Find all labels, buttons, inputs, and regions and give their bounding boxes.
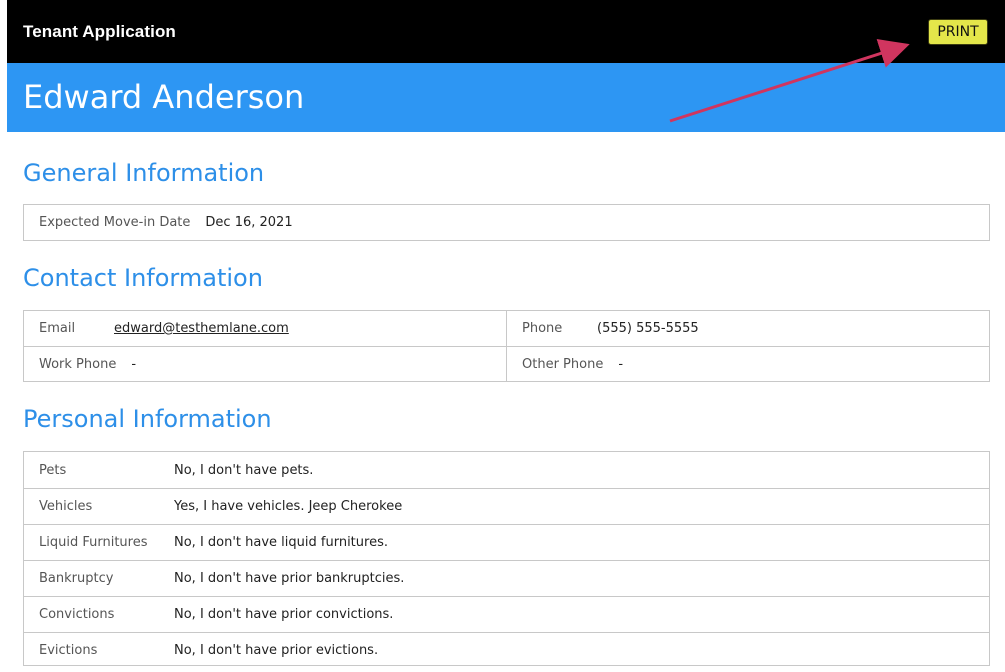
email-label: Email [39,321,76,336]
personal-row-bankruptcy: Bankruptcy No, I don't have prior bankru… [24,560,989,596]
personal-information-heading: Personal Information [23,405,272,433]
applicant-banner: Edward Anderson [7,63,1005,132]
applicant-name: Edward Anderson [23,78,305,116]
email-cell: Email edward@testhemlane.com [24,311,507,346]
bankruptcy-label: Bankruptcy [39,571,114,586]
liquid-furnitures-value: No, I don't have liquid furnitures. [174,535,388,550]
convictions-value: No, I don't have prior convictions. [174,607,394,622]
phone-cell: Phone (555) 555-5555 [507,311,989,346]
personal-row-vehicles: Vehicles Yes, I have vehicles. Jeep Cher… [24,488,989,524]
move-in-value: Dec 16, 2021 [205,215,293,230]
move-in-label: Expected Move-in Date [39,215,191,230]
move-in-row: Expected Move-in Date Dec 16, 2021 [24,205,989,240]
evictions-label: Evictions [39,642,98,658]
convictions-label: Convictions [39,607,115,622]
contact-row-2: Work Phone - Other Phone - [24,346,989,381]
general-information-heading: General Information [23,159,265,187]
top-bar: Tenant Application PRINT [7,0,1005,63]
personal-row-evictions: Evictions No, I don't have prior evictio… [24,632,989,667]
personal-row-liquid-furnitures: Liquid Furnitures No, I don't have liqui… [24,524,989,560]
personal-information-box: Pets No, I don't have pets. Vehicles Yes… [23,451,990,666]
contact-row-1: Email edward@testhemlane.com Phone (555)… [24,311,989,346]
bankruptcy-value: No, I don't have prior bankruptcies. [174,571,405,586]
window-edge [0,0,7,672]
work-phone-label: Work Phone [39,356,117,372]
pets-value: No, I don't have pets. [174,462,314,478]
work-phone-cell: Work Phone - [24,347,507,381]
pets-label: Pets [39,462,67,478]
vehicles-value: Yes, I have vehicles. Jeep Cherokee [174,499,403,514]
liquid-furnitures-label: Liquid Furnitures [39,535,148,550]
app-title: Tenant Application [23,22,176,41]
phone-value: (555) 555-5555 [597,321,699,336]
other-phone-label: Other Phone [522,356,604,372]
contact-information-box: Email edward@testhemlane.com Phone (555)… [23,310,990,382]
personal-row-pets: Pets No, I don't have pets. [24,452,989,488]
personal-row-convictions: Convictions No, I don't have prior convi… [24,596,989,632]
work-phone-value: - [131,356,137,372]
evictions-value: No, I don't have prior evictions. [174,642,379,658]
other-phone-value: - [618,356,624,372]
phone-label: Phone [522,321,563,336]
contact-information-heading: Contact Information [23,264,263,292]
print-button[interactable]: PRINT [928,19,988,45]
other-phone-cell: Other Phone - [507,347,989,381]
email-link[interactable]: edward@testhemlane.com [114,321,289,336]
vehicles-label: Vehicles [39,499,93,514]
general-information-box: Expected Move-in Date Dec 16, 2021 [23,204,990,241]
